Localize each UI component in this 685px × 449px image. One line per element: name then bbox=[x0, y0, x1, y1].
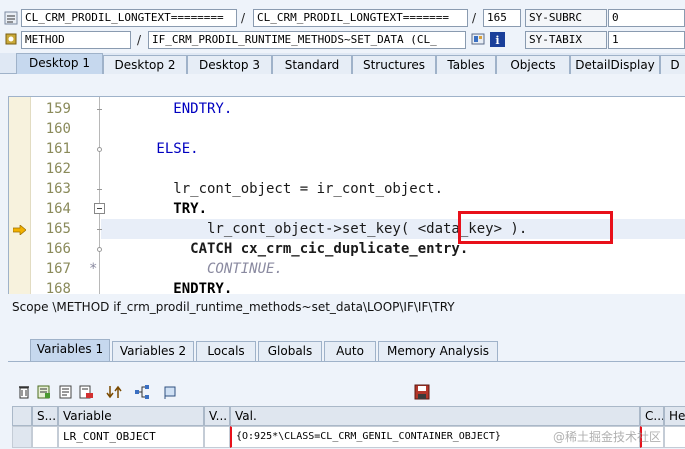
cell-variable[interactable]: LR_CONT_OBJECT bbox=[58, 426, 204, 448]
tab-variables-2[interactable]: Variables 2 bbox=[112, 341, 194, 361]
code-line[interactable]: 160 bbox=[9, 119, 685, 139]
code-line[interactable]: 168 ENDTRY. bbox=[9, 279, 685, 294]
tab-variables-1[interactable]: Variables 1 bbox=[30, 339, 110, 361]
sy-subrc-label: SY-SUBRC bbox=[525, 9, 607, 27]
tab-memory-analysis[interactable]: Memory Analysis bbox=[378, 341, 498, 361]
tab-structures[interactable]: Structures bbox=[352, 55, 436, 74]
code-line[interactable]: 163 lr_cont_object = ir_cont_object. bbox=[9, 179, 685, 199]
info-icon[interactable]: i bbox=[490, 32, 505, 47]
separator: / bbox=[241, 11, 246, 25]
line-number: 167 bbox=[45, 261, 71, 277]
col-header-s[interactable]: S... bbox=[32, 406, 58, 426]
tab-locals[interactable]: Locals bbox=[196, 341, 256, 361]
row-selector[interactable] bbox=[12, 426, 32, 448]
cell-s[interactable] bbox=[32, 426, 58, 448]
tab-auto[interactable]: Auto bbox=[324, 341, 376, 361]
source-editor[interactable]: 159 ENDTRY. 160 161 ELSE. 162 163 lr_con… bbox=[8, 96, 685, 294]
tab-desktop-1[interactable]: Desktop 1 bbox=[16, 53, 103, 74]
variables-tabstrip: Variables 1 Variables 2 Locals Globals A… bbox=[0, 337, 685, 361]
program-field[interactable]: CL_CRM_PRODIL_LONGTEXT======== bbox=[21, 9, 237, 27]
col-header-val[interactable]: Val. bbox=[230, 406, 640, 426]
line-number: 164 bbox=[45, 201, 71, 217]
tab-more[interactable]: D bbox=[660, 55, 685, 74]
method-icon bbox=[4, 32, 18, 46]
flag-icon[interactable] bbox=[162, 384, 178, 400]
line-number: 165 bbox=[45, 221, 71, 237]
include-field[interactable]: CL_CRM_PRODIL_LONGTEXT======= bbox=[253, 9, 468, 27]
code-text: CATCH cx_crm_cic_duplicate_entry. bbox=[89, 241, 469, 257]
line-number: 159 bbox=[45, 101, 71, 117]
cell-v[interactable] bbox=[204, 426, 230, 448]
tab-globals[interactable]: Globals bbox=[258, 341, 322, 361]
watermark: @稀土掘金技术社区 bbox=[553, 430, 662, 444]
svg-text:i: i bbox=[495, 34, 499, 47]
line-number: 168 bbox=[45, 281, 71, 294]
tab-desktop-3[interactable]: Desktop 3 bbox=[187, 55, 272, 74]
tab-detaildisplay[interactable]: DetailDisplay bbox=[570, 55, 660, 74]
separator: / bbox=[472, 11, 477, 25]
sy-tabix-label: SY-TABIX bbox=[525, 31, 607, 49]
highlight-box bbox=[458, 211, 613, 244]
variables-panel: S... Variable V... Val. C... Hex LR_CONT… bbox=[8, 361, 685, 449]
col-header-v[interactable]: V... bbox=[204, 406, 230, 426]
code-text: ENDTRY. bbox=[89, 101, 233, 117]
code-line[interactable]: 159 ENDTRY. bbox=[9, 99, 685, 119]
method-name-field[interactable]: IF_CRM_PRODIL_RUNTIME_METHODS~SET_DATA (… bbox=[148, 31, 466, 49]
code-text: ENDTRY. bbox=[89, 281, 233, 294]
separator: / bbox=[137, 33, 142, 47]
tab-standard[interactable]: Standard bbox=[272, 55, 352, 74]
desktop-tabstrip: Desktop 1 Desktop 2 Desktop 3 Standard S… bbox=[0, 53, 685, 74]
code-line[interactable]: 162 bbox=[9, 159, 685, 179]
sy-tabix-value[interactable]: 1 bbox=[608, 31, 685, 49]
code-text: ELSE. bbox=[89, 141, 199, 157]
delete-icon[interactable] bbox=[16, 384, 32, 400]
line-number: 161 bbox=[45, 141, 71, 157]
col-header-c[interactable]: C... bbox=[640, 406, 664, 426]
scope-path: Scope \METHOD if_crm_prodil_runtime_meth… bbox=[0, 296, 685, 320]
code-comment: * CONTINUE. bbox=[89, 261, 283, 277]
event-type-field[interactable]: METHOD bbox=[21, 31, 131, 49]
open-variable-icon[interactable] bbox=[36, 384, 52, 400]
code-line[interactable]: 167 * CONTINUE. bbox=[9, 259, 685, 279]
remove-variable-icon[interactable] bbox=[78, 384, 94, 400]
line-number: 163 bbox=[45, 181, 71, 197]
line-number-field[interactable]: 165 bbox=[483, 9, 521, 27]
save-icon[interactable] bbox=[414, 384, 430, 400]
breakpoint-list-icon[interactable] bbox=[4, 11, 18, 25]
hierarchy-icon[interactable] bbox=[134, 384, 150, 400]
tab-tables[interactable]: Tables bbox=[436, 55, 496, 74]
navigate-icon[interactable] bbox=[471, 32, 485, 46]
sy-subrc-value[interactable]: 0 bbox=[608, 9, 685, 27]
save-list-icon[interactable] bbox=[58, 384, 74, 400]
line-number: 166 bbox=[45, 241, 71, 257]
current-line-arrow-icon bbox=[12, 224, 27, 238]
tab-desktop-2[interactable]: Desktop 2 bbox=[103, 55, 187, 74]
col-header-variable[interactable]: Variable bbox=[58, 406, 204, 426]
col-header-hex[interactable]: Hex bbox=[664, 406, 685, 426]
sort-icon[interactable] bbox=[106, 384, 122, 400]
tab-objects[interactable]: Objects bbox=[496, 55, 570, 74]
col-header-selector bbox=[12, 406, 32, 426]
code-text: lr_cont_object = ir_cont_object. bbox=[89, 181, 444, 197]
cell-hex[interactable] bbox=[664, 426, 685, 448]
code-text: TRY. bbox=[89, 201, 208, 217]
line-number: 162 bbox=[45, 161, 71, 177]
line-number: 160 bbox=[45, 121, 71, 137]
code-line[interactable]: 161 ELSE. bbox=[9, 139, 685, 159]
